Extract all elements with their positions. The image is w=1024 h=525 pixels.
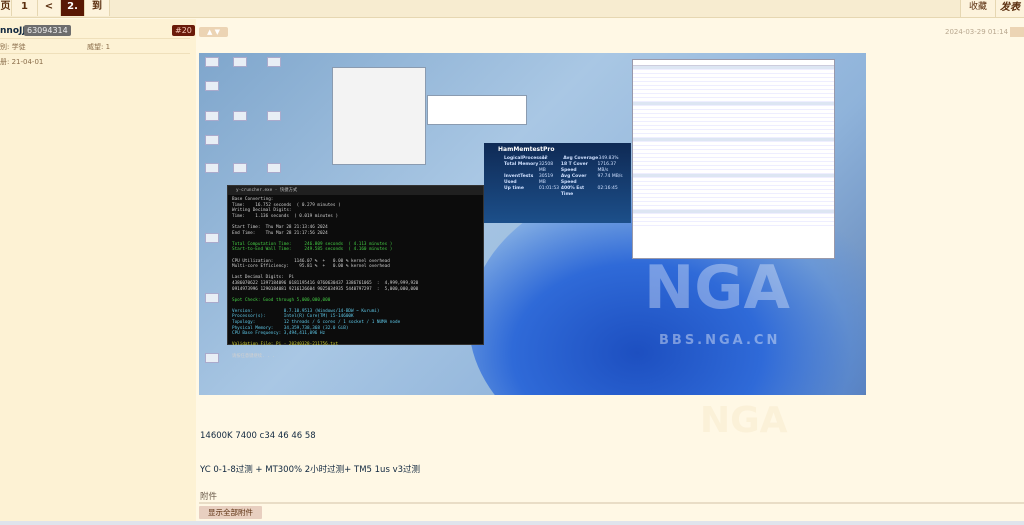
hcm-stat-cell: 97.74 MB/s [597, 174, 623, 179]
watermark-logo: NGA [644, 253, 790, 323]
desktop-icon [205, 135, 219, 145]
like-dislike-buttons[interactable]: ▲ ▼ [199, 27, 228, 37]
post-image-screenshot[interactable]: y-cruncher.exe - 快捷方式 Base Converting: Ti… [199, 53, 866, 395]
favorite-button[interactable]: 收藏 [960, 0, 995, 17]
hwinfo-window [632, 59, 835, 259]
pagination-page-2-current[interactable]: 2. [61, 0, 85, 16]
show-all-attachments-button[interactable]: 显示全部附件 [199, 506, 262, 519]
desktop-icon [205, 353, 219, 363]
hcm-stat-cell: 32508 MB [538, 162, 554, 173]
desktop-icon [267, 57, 281, 67]
hcm-stat-row: Total Memory 32508 MB 18 T Cover Speed 1716… [504, 162, 625, 174]
desktop-icon [233, 57, 247, 67]
hcm-stat-cell: InventTests Used [504, 174, 534, 185]
desktop-icon [233, 163, 247, 173]
author-rank: 别: 学徒 [0, 43, 26, 51]
terminal-output: Base Converting: Time: 16.752 seconds ( 0… [232, 197, 479, 359]
desktop-icon [205, 81, 219, 91]
desktop-icon [205, 163, 219, 173]
post-content-line: 14600K 7400 c34 46 46 58 [200, 431, 316, 441]
hcimemtest-window: HamMemtestPro LogicalProcessor 12 Avg Cove… [484, 143, 631, 223]
hcm-stat-cell: Up time [504, 186, 524, 191]
hcm-stat-cell: Total Memory [504, 162, 539, 167]
desktop-icon [233, 111, 247, 121]
desktop-icon [205, 293, 219, 303]
top-bar: 页 1 < 2. 到 收藏 发表 [0, 0, 1024, 18]
thumbs-up-icon[interactable]: ▲ [207, 28, 212, 36]
terminal-window: y-cruncher.exe - 快捷方式 Base Converting: Ti… [227, 185, 484, 359]
hcm-stat-cell: 1716.37 MB/s [597, 162, 617, 173]
divider [0, 53, 190, 54]
hcm-stat-cell: 02:16:45 [597, 186, 618, 191]
pagination-page-1[interactable]: 1 [12, 0, 38, 16]
author-register-date: 册: 21-04-01 [0, 58, 44, 66]
terminal-title: y-cruncher.exe - 快捷方式 [228, 186, 483, 195]
desktop-icon [267, 163, 281, 173]
post-content-line: YC 0-1-8过测 + MT300% 2小时过测+ TM5 1us v3过测 [200, 465, 421, 475]
post-menu-button[interactable] [1010, 27, 1024, 37]
hwinfo-row [633, 222, 834, 226]
page-watermark: NGA [700, 400, 788, 441]
desktop-icon [205, 233, 219, 243]
floor-badge[interactable]: #20 [172, 25, 195, 36]
divider [0, 38, 190, 39]
terminal-line: 请按任意键继续. . . [232, 353, 276, 359]
attachments-label: 附件 [200, 492, 218, 502]
thumbs-down-icon[interactable]: ▼ [215, 28, 220, 36]
desktop-icon [267, 111, 281, 121]
author-uid-badge[interactable]: 63094314 [24, 25, 71, 36]
hcm-stats: LogicalProcessor 12 Avg Coverage 349.83% Tot… [490, 156, 625, 198]
hcm-stat-row: Up time 01:01:53 400% Est Time 02:16:45 [504, 186, 625, 198]
author-name[interactable]: nnoJJ [0, 26, 26, 36]
pagination-first[interactable]: 页 [0, 0, 12, 16]
cpu-z-window [332, 67, 426, 165]
desktop-icon [205, 57, 219, 67]
post-button[interactable]: 发表 [995, 0, 1024, 17]
hcm-stat-cell: 01:01:53 [538, 186, 560, 191]
hcm-title: HamMemtestPro [498, 146, 555, 153]
divider [199, 502, 1024, 504]
hcm-stat-cell: 400% Est Time [560, 186, 585, 197]
pagination-prev[interactable]: < [38, 0, 61, 16]
hcm-stat-cell: 18 T Cover Speed [560, 162, 588, 173]
pagination-goto[interactable]: 到 [85, 0, 110, 16]
post-date: 2024-03-29 01:14 [945, 28, 1009, 36]
bottom-bar [0, 521, 1024, 525]
watermark-url: BBS.NGA.CN [659, 333, 781, 348]
desktop-icon [205, 111, 219, 121]
hcm-stat-row: InventTests Used 30519 MB Avg Cover Speed 9… [504, 174, 625, 186]
author-panel [0, 19, 196, 525]
testing-complete-dialog [427, 95, 527, 125]
hcm-stat-cell: 30519 MB [538, 174, 554, 185]
author-prestige: 威望: 1 [87, 43, 111, 51]
hcm-stat-cell: Avg Cover Speed [560, 174, 587, 185]
